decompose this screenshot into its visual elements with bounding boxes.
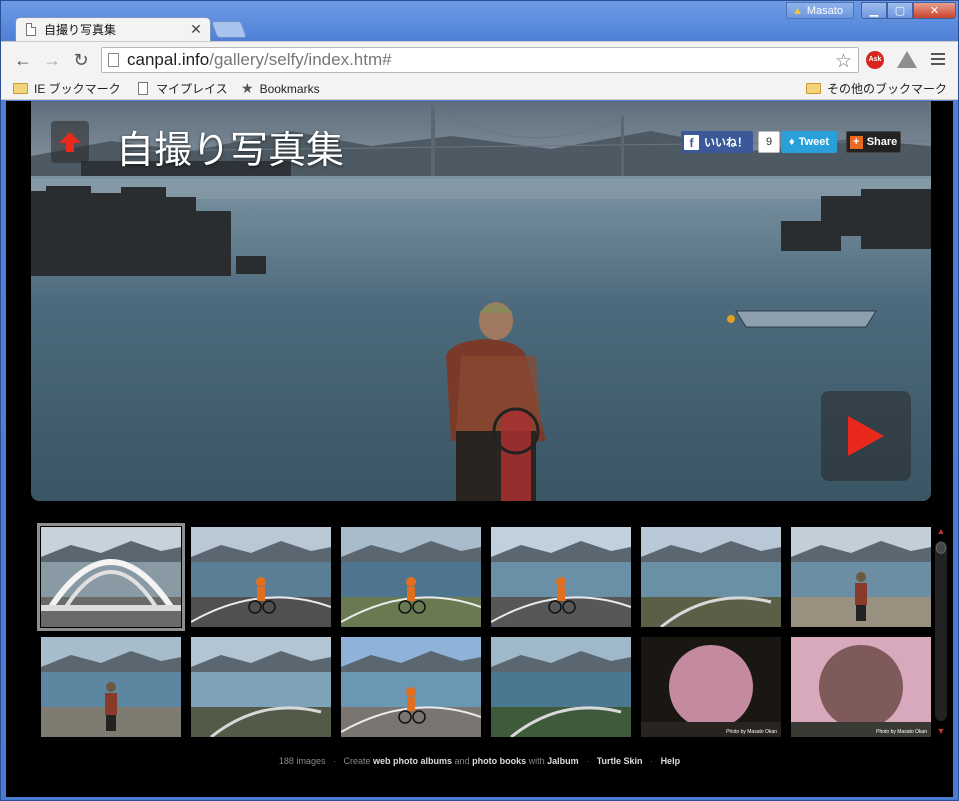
folder-icon [806, 83, 821, 94]
main-photo[interactable]: 自撮り写真集 f いいね！ 9 ♦ Tweet + Share [31, 101, 931, 501]
user-name: Masato [806, 4, 843, 17]
web-photo-albums-link[interactable]: web photo albums [373, 756, 452, 766]
bookmark-myplace[interactable]: マイプレイス [138, 80, 228, 97]
share-label: Share [866, 136, 898, 148]
star-icon: ★ [241, 80, 254, 96]
page-icon [108, 53, 119, 67]
bookmark-label: Bookmarks [259, 81, 320, 96]
user-profile-badge[interactable]: ▲ Masato [786, 2, 854, 19]
thumbnail[interactable] [491, 637, 631, 737]
plus-icon: + [849, 135, 863, 149]
minimize-icon: ▁ [869, 5, 879, 17]
bookmark-label: その他のブックマーク [827, 82, 948, 96]
thumbnail-grid: Photo by Masato Okan Photo by Masato Okan [31, 521, 931, 741]
separator: · [586, 756, 590, 766]
jalbum-link[interactable]: Jalbum [547, 756, 579, 766]
forward-button[interactable]: → [42, 50, 62, 70]
footer-text: with [528, 756, 545, 766]
twitter-bird-icon: ♦ [789, 136, 795, 148]
folder-icon [13, 83, 28, 94]
arrow-left-icon: ← [14, 50, 32, 70]
thumbnail[interactable] [791, 527, 931, 627]
up-button[interactable] [51, 121, 89, 163]
bookmark-label: IE ブックマーク [34, 82, 121, 96]
tweet-label: Tweet [798, 136, 829, 148]
separator: · [650, 756, 654, 766]
photo-books-link[interactable]: photo books [472, 756, 526, 766]
scrollbar-thumb[interactable] [936, 542, 946, 554]
page-footer: 188 images · Create web photo albums and… [6, 756, 953, 766]
close-tab-icon[interactable]: ✕ [188, 21, 204, 38]
thumbnail[interactable] [191, 527, 331, 627]
tab-title: 自撮り写真集 [44, 23, 117, 37]
other-bookmarks[interactable]: その他のブックマーク [806, 80, 947, 97]
facebook-like-button[interactable]: f いいね！ [681, 131, 753, 153]
help-link[interactable]: Help [661, 756, 681, 766]
bookmarks-bar: IE ブックマーク マイプレイス ★ Bookmarks その他のブックマーク [1, 76, 958, 100]
footer-text: and [454, 756, 470, 766]
turtle-skin-link[interactable]: Turtle Skin [597, 756, 643, 766]
facebook-icon: f [684, 134, 699, 150]
tab-strip: 自撮り写真集 ✕ ▲ Masato ▁ ▢ ✕ [1, 1, 958, 41]
like-count: 9 [758, 131, 780, 153]
thumbnail[interactable] [341, 527, 481, 627]
thumbnail-scrollbar[interactable] [935, 541, 947, 721]
page-icon [138, 82, 148, 95]
thumbnail[interactable] [37, 523, 185, 631]
menu-icon[interactable] [931, 53, 945, 68]
minimize-button[interactable]: ▁ [861, 2, 887, 19]
like-label: いいね！ [704, 137, 748, 149]
thumbnail[interactable]: Photo by Masato Okan [641, 637, 781, 737]
address-bar[interactable]: canpal.info/gallery/selfy/index.htm# ☆ [101, 47, 859, 73]
page-icon [26, 23, 36, 36]
close-icon: ✕ [929, 5, 940, 17]
scroll-up-arrow[interactable]: ▲ [935, 526, 947, 536]
drive-extension-icon[interactable] [897, 51, 917, 68]
arrow-right-icon: → [43, 50, 61, 70]
url-path: /gallery/selfy/index.htm# [209, 50, 392, 69]
reload-button[interactable]: ↻ [71, 50, 91, 70]
share-button[interactable]: + Share [846, 131, 901, 153]
thumbnail[interactable] [491, 527, 631, 627]
svg-text:Photo by Masato Okan: Photo by Masato Okan [726, 729, 777, 735]
thumbnail[interactable] [641, 527, 781, 627]
bookmark-bookmarks[interactable]: ★ Bookmarks [241, 80, 320, 97]
reload-icon: ↻ [73, 50, 89, 70]
url-host: canpal.info [127, 50, 210, 69]
bookmark-ie[interactable]: IE ブックマーク [13, 80, 121, 97]
play-slideshow-button[interactable] [821, 391, 911, 481]
thumbnail[interactable] [191, 637, 331, 737]
browser-window: 自撮り写真集 ✕ ▲ Masato ▁ ▢ ✕ ← → ↻ canpal.inf… [0, 0, 959, 801]
album-title: 自撮り写真集 [116, 130, 345, 172]
image-count: 188 images [278, 756, 326, 766]
maximize-button[interactable]: ▢ [887, 2, 913, 19]
tweet-button[interactable]: ♦ Tweet [781, 131, 837, 153]
thumbnail[interactable] [41, 637, 181, 737]
footer-text: Create [343, 756, 371, 766]
bookmark-label: マイプレイス [156, 82, 228, 96]
maximize-icon: ▢ [894, 5, 906, 17]
browser-toolbar: ← → ↻ canpal.info/gallery/selfy/index.ht… [1, 41, 958, 76]
svg-text:Photo by Masato Okan: Photo by Masato Okan [876, 729, 927, 735]
gallery-page: 自撮り写真集 f いいね！ 9 ♦ Tweet + Share Photo by… [6, 101, 953, 797]
separator: · [332, 756, 336, 766]
scroll-down-arrow[interactable]: ▼ [935, 726, 947, 736]
new-tab-button[interactable] [210, 21, 248, 38]
back-button[interactable]: ← [13, 50, 33, 70]
close-window-button[interactable]: ✕ [913, 2, 956, 19]
play-icon [848, 416, 884, 456]
warning-icon: ▲ [792, 4, 803, 17]
arrow-up-icon [59, 132, 81, 152]
browser-tab[interactable]: 自撮り写真集 ✕ [15, 17, 211, 41]
ask-extension-icon[interactable]: Ask [866, 51, 884, 69]
bookmark-star-icon[interactable]: ☆ [835, 50, 852, 73]
thumbnail[interactable] [341, 637, 481, 737]
thumbnail[interactable]: Photo by Masato Okan [791, 637, 931, 737]
